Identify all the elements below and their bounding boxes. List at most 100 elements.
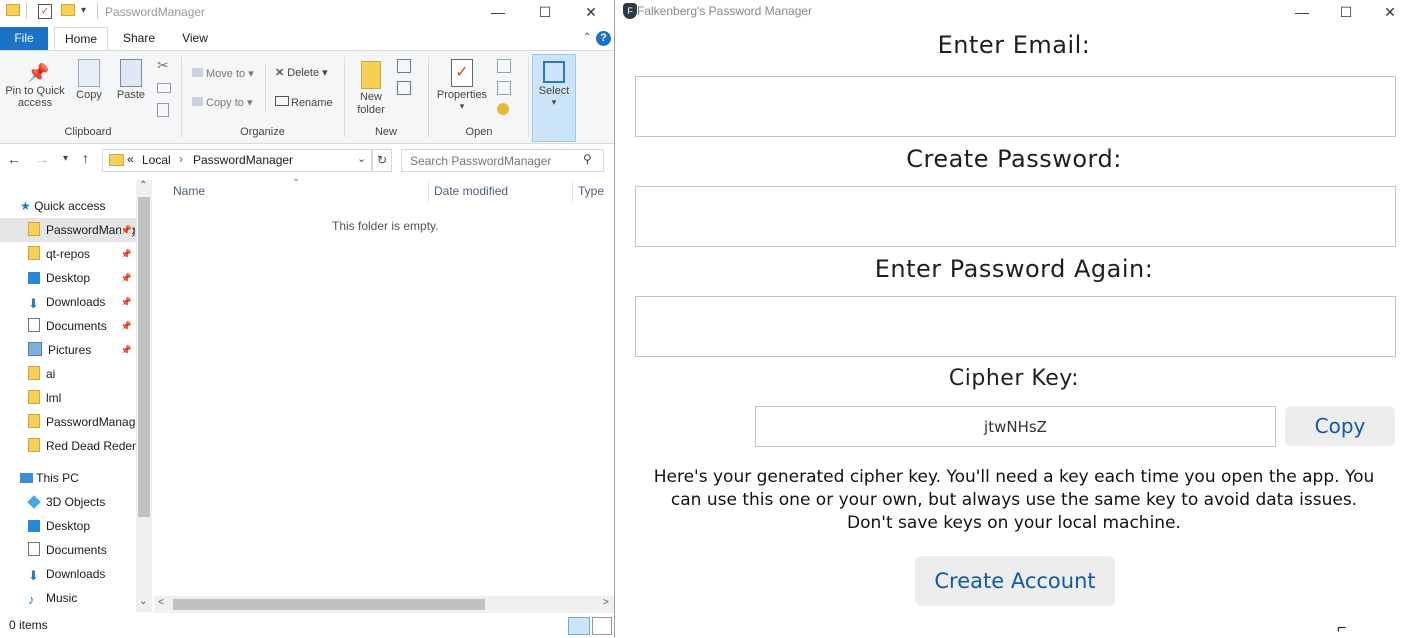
scroll-up-icon[interactable]: ⌃ xyxy=(139,180,147,191)
content-scroll-thumb[interactable] xyxy=(173,599,485,610)
nav-this-pc[interactable]: This PC xyxy=(0,466,136,490)
breadcrumb-passwordmanager[interactable]: PasswordManager xyxy=(193,153,293,167)
copy-cipher-button[interactable]: Copy xyxy=(1285,406,1395,446)
quick-access-toolbar-dropdown-icon[interactable]: ▾ xyxy=(81,5,86,16)
refresh-icon[interactable]: ↻ xyxy=(372,149,392,172)
search-box[interactable]: ⚲ xyxy=(401,149,604,172)
recent-locations-icon[interactable]: ▾ xyxy=(63,153,68,164)
scroll-right-icon[interactable]: > xyxy=(603,597,609,608)
pin-to-quick-access-button[interactable]: 📌 Pin to Quick access xyxy=(2,63,68,109)
password-again-field[interactable] xyxy=(635,296,1396,357)
open-icon[interactable] xyxy=(497,59,511,73)
tab-view[interactable]: View xyxy=(172,27,218,50)
nav-item[interactable]: Documents xyxy=(0,538,136,562)
maximize-button[interactable]: ☐ xyxy=(522,0,568,24)
new-item-icon[interactable] xyxy=(397,59,411,73)
nav-item[interactable]: Desktop xyxy=(0,514,136,538)
open-group-label: Open xyxy=(465,126,493,138)
tab-file[interactable]: File xyxy=(0,27,48,50)
content-scrollbar[interactable]: < > xyxy=(154,596,614,613)
paste-shortcut-icon[interactable] xyxy=(157,103,169,117)
navigation-pane: ★ Quick access PasswordManager📌qt-repos📌… xyxy=(0,180,136,612)
scroll-down-icon[interactable]: ⌄ xyxy=(139,596,147,607)
edit-icon[interactable] xyxy=(497,81,511,95)
nav-item-label: Documents xyxy=(46,319,107,333)
move-to-button[interactable]: Move to ▾ xyxy=(192,67,254,80)
select-button[interactable]: Select ▾ xyxy=(532,54,576,142)
search-input[interactable] xyxy=(408,152,580,170)
address-dropdown-icon[interactable]: ⌄ xyxy=(357,152,366,165)
paste-button[interactable]: Paste xyxy=(114,59,148,101)
group-separator xyxy=(181,57,182,137)
password-field[interactable] xyxy=(635,186,1396,247)
rename-button[interactable]: Rename xyxy=(275,96,333,109)
address-bar[interactable]: « Local › PasswordManager ⌄ xyxy=(102,149,372,172)
help-icon[interactable]: ? xyxy=(596,31,611,46)
easy-access-icon[interactable] xyxy=(397,81,411,95)
breadcrumb-local[interactable]: Local xyxy=(142,153,171,167)
password-input[interactable] xyxy=(636,187,1395,246)
close-button[interactable]: ✕ xyxy=(1367,0,1413,24)
properties-quick-icon[interactable]: ✓ xyxy=(38,4,52,19)
properties-button[interactable]: ✓ Properties ▾ xyxy=(433,59,491,112)
nav-item[interactable]: ⬇ Downloads xyxy=(0,562,136,586)
scroll-left-icon[interactable]: < xyxy=(158,597,164,608)
history-icon[interactable] xyxy=(497,103,509,115)
create-account-button[interactable]: Create Account xyxy=(915,556,1115,606)
nav-item[interactable]: qt-repos 📌 xyxy=(0,242,136,266)
properties-icon: ✓ xyxy=(451,59,473,87)
up-icon[interactable]: ↑ xyxy=(82,150,89,166)
nav-item[interactable]: Red Dead Redemption xyxy=(0,434,136,458)
minimize-button[interactable]: — xyxy=(475,0,521,24)
new-folder-quick-icon[interactable] xyxy=(61,4,75,16)
nav-item[interactable]: 3D Objects xyxy=(0,490,136,514)
folder-icon xyxy=(28,366,40,380)
copy-button[interactable]: Copy xyxy=(72,59,106,101)
copy-path-icon[interactable] xyxy=(157,83,171,93)
password-label: Create Password: xyxy=(906,145,1122,173)
paste-label: Paste xyxy=(116,89,146,101)
nav-item[interactable]: PasswordManager xyxy=(0,410,136,434)
nav-scroll-thumb[interactable] xyxy=(138,197,150,517)
maximize-button[interactable]: ☐ xyxy=(1323,0,1369,24)
nav-item[interactable]: ai xyxy=(0,362,136,386)
nav-item[interactable]: Documents 📌 xyxy=(0,314,136,338)
column-date-modified[interactable]: Date modified xyxy=(434,180,508,202)
minimize-button[interactable]: — xyxy=(1279,0,1325,24)
nav-item[interactable]: lml xyxy=(0,386,136,410)
tab-share[interactable]: Share xyxy=(114,27,164,50)
column-type[interactable]: Type xyxy=(578,180,604,202)
delete-button[interactable]: ✕ Delete ▾ xyxy=(275,66,328,79)
nav-scrollbar[interactable]: ⌃ ⌄ xyxy=(136,180,152,612)
breadcrumb-overflow[interactable]: « xyxy=(127,152,134,166)
item-count: 0 items xyxy=(9,618,48,632)
nav-item[interactable]: Desktop 📌 xyxy=(0,266,136,290)
cipher-key-input[interactable] xyxy=(756,407,1275,446)
nav-item[interactable]: PasswordManager📌 xyxy=(0,218,136,242)
copy-to-button[interactable]: Copy to ▾ xyxy=(192,96,253,109)
tab-home[interactable]: Home xyxy=(54,27,108,51)
nav-item-label: 3D Objects xyxy=(46,495,106,509)
column-name[interactable]: Name xyxy=(173,180,205,202)
large-icons-view-icon[interactable] xyxy=(592,617,612,635)
back-icon[interactable]: ← xyxy=(7,151,21,167)
forward-icon[interactable]: → xyxy=(35,151,49,167)
select-dropdown-icon: ▾ xyxy=(551,97,557,107)
email-field[interactable] xyxy=(635,76,1396,137)
copy-to-icon xyxy=(192,97,203,106)
cut-icon[interactable]: ✂ xyxy=(157,57,169,74)
collapse-ribbon-icon[interactable]: ⌃ xyxy=(583,32,591,43)
new-folder-icon xyxy=(361,61,381,89)
password-again-input[interactable] xyxy=(636,297,1395,356)
nav-item[interactable]: Pictures 📌 xyxy=(0,338,136,362)
nav-item[interactable]: ♪ Music xyxy=(0,586,136,610)
nav-quick-access[interactable]: ★ Quick access xyxy=(0,194,136,218)
downloads-icon: ⬇ xyxy=(28,296,39,311)
cipher-key-field[interactable] xyxy=(755,406,1276,447)
nav-item[interactable]: ⬇ Downloads 📌 xyxy=(0,290,136,314)
new-folder-button[interactable]: New folder xyxy=(352,61,390,117)
close-button[interactable]: ✕ xyxy=(568,0,614,24)
email-input[interactable] xyxy=(636,77,1395,136)
details-view-icon[interactable] xyxy=(568,617,590,635)
paste-icon xyxy=(120,59,142,87)
